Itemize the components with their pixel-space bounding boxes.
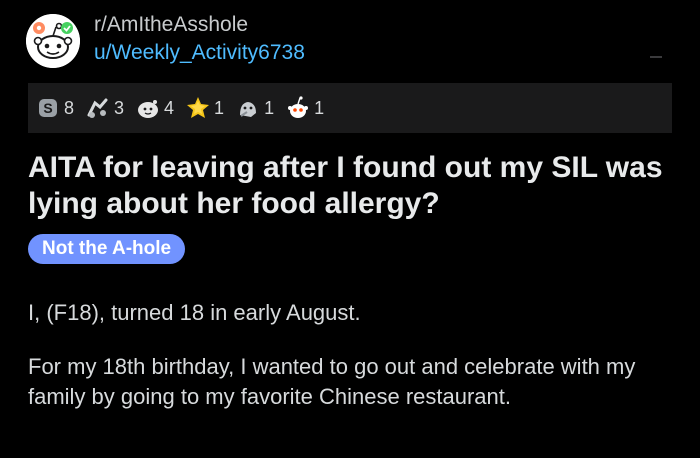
hugz-award-icon	[234, 94, 262, 122]
author-username[interactable]: u/Weekly_Activity6738	[94, 41, 305, 65]
award-wholesome[interactable]: 4	[134, 93, 174, 123]
award-count: 1	[264, 97, 275, 118]
silver-award-icon: S	[34, 94, 62, 122]
alien-award-icon	[284, 94, 312, 122]
award-helpful[interactable]: 3	[84, 93, 124, 123]
gold-award-icon	[184, 94, 212, 122]
award-count: 1	[314, 97, 325, 118]
award-silver[interactable]: S 8	[34, 93, 74, 123]
more-options-icon[interactable]	[650, 56, 662, 58]
post-flair[interactable]: Not the A-hole	[28, 234, 186, 264]
snoo-icon	[26, 14, 80, 68]
award-hugz[interactable]: 1	[234, 93, 274, 123]
post-title[interactable]: AITA for leaving after I found out my SI…	[28, 150, 678, 222]
helpful-award-icon	[84, 94, 112, 122]
award-count: 1	[214, 97, 225, 118]
award-count: 8	[64, 97, 75, 118]
award-count: 4	[164, 97, 175, 118]
subreddit-name[interactable]: r/AmItheAsshole	[94, 13, 248, 37]
award-gold[interactable]: 1	[184, 93, 224, 123]
subreddit-avatar[interactable]	[26, 14, 80, 68]
award-count: 3	[114, 97, 125, 118]
wholesome-award-icon	[134, 94, 162, 122]
reddit-post-screen: { "header": { "subreddit": "r/AmItheAssh…	[0, 0, 700, 458]
post-header: r/AmItheAsshole u/Weekly_Activity6738	[26, 10, 686, 74]
post-body-paragraph: For my 18th birthday, I wanted to go out…	[28, 354, 636, 409]
awards-bar[interactable]: S 8 3 4 1 1 1	[28, 83, 672, 133]
post-body-paragraph: I, (F18), turned 18 in early August.	[28, 300, 361, 325]
award-alien[interactable]: 1	[284, 93, 324, 123]
svg-text:S: S	[43, 100, 52, 116]
